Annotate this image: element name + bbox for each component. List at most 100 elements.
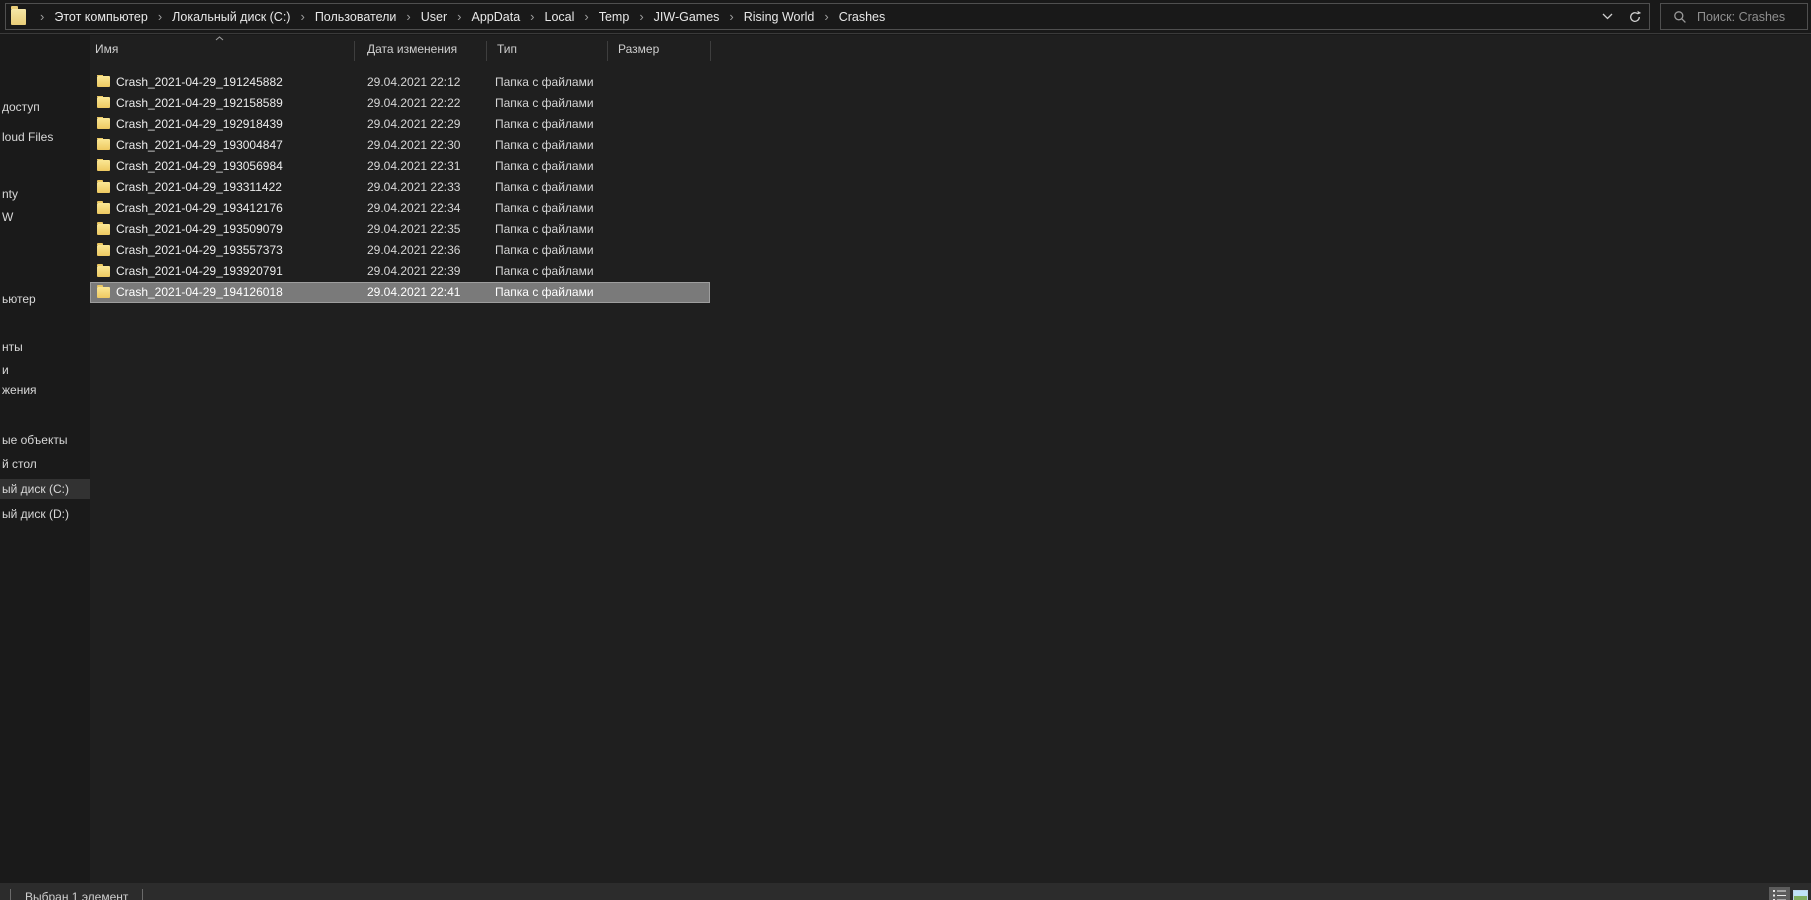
folder-icon <box>97 118 110 129</box>
file-date: 29.04.2021 22:35 <box>354 222 486 236</box>
table-row[interactable]: Crash_2021-04-29_194126018 29.04.2021 22… <box>90 282 710 303</box>
file-name: Crash_2021-04-29_194126018 <box>116 285 283 299</box>
details-view-button[interactable] <box>1769 887 1790 900</box>
chevron-right-icon[interactable]: › <box>32 9 52 24</box>
file-name: Crash_2021-04-29_193412176 <box>116 201 283 215</box>
breadcrumb-item[interactable]: AppData <box>470 7 523 27</box>
sidebar-item[interactable]: и <box>0 360 90 380</box>
file-type: Папка с файлами <box>486 180 607 194</box>
chevron-right-icon[interactable]: › <box>816 9 836 24</box>
details-view-icon <box>1773 890 1786 900</box>
refresh-button[interactable] <box>1621 4 1649 29</box>
sidebar-item[interactable]: й стол <box>0 454 90 474</box>
chevron-right-icon[interactable]: › <box>292 9 312 24</box>
file-name: Crash_2021-04-29_193509079 <box>116 222 283 236</box>
breadcrumb: Этот компьютер›Локальный диск (C:)›Польз… <box>52 7 887 27</box>
table-row[interactable]: Crash_2021-04-29_193311422 29.04.2021 22… <box>90 176 710 197</box>
chevron-right-icon[interactable]: › <box>721 9 741 24</box>
table-row[interactable]: Crash_2021-04-29_193920791 29.04.2021 22… <box>90 261 710 282</box>
folder-icon <box>97 245 110 256</box>
file-name: Crash_2021-04-29_192918439 <box>116 117 283 131</box>
file-list: Crash_2021-04-29_191245882 29.04.2021 22… <box>90 71 710 303</box>
folder-icon <box>97 97 110 108</box>
sidebar-item[interactable]: ьютер <box>0 289 90 309</box>
chevron-down-icon <box>1602 13 1613 20</box>
file-date: 29.04.2021 22:33 <box>354 180 486 194</box>
file-date: 29.04.2021 22:29 <box>354 117 486 131</box>
file-date: 29.04.2021 22:30 <box>354 138 486 152</box>
breadcrumb-item[interactable]: Rising World <box>742 7 817 27</box>
table-row[interactable]: Crash_2021-04-29_193056984 29.04.2021 22… <box>90 155 710 176</box>
file-type: Папка с файлами <box>486 285 607 299</box>
folder-icon <box>97 76 110 87</box>
chevron-right-icon[interactable]: › <box>576 9 596 24</box>
sidebar-item[interactable]: доступ <box>0 97 90 117</box>
table-row[interactable]: Crash_2021-04-29_193004847 29.04.2021 22… <box>90 134 710 155</box>
top-bar: › Этот компьютер›Локальный диск (C:)›Пол… <box>0 0 1811 34</box>
breadcrumb-item[interactable]: Local <box>543 7 577 27</box>
file-type: Папка с файлами <box>486 96 607 110</box>
chevron-right-icon[interactable]: › <box>449 9 469 24</box>
chevron-right-icon[interactable]: › <box>522 9 542 24</box>
sidebar-item[interactable]: nty <box>0 184 90 204</box>
file-name: Crash_2021-04-29_193311422 <box>116 180 282 194</box>
sidebar-item[interactable]: W <box>0 207 90 227</box>
chevron-right-icon[interactable]: › <box>150 9 170 24</box>
breadcrumb-item[interactable]: Пользователи <box>313 7 399 27</box>
column-divider[interactable] <box>607 41 608 61</box>
sidebar-item[interactable]: loud Files <box>0 127 90 147</box>
breadcrumb-item[interactable]: JIW-Games <box>652 7 722 27</box>
breadcrumb-item[interactable]: Локальный диск (C:) <box>170 7 292 27</box>
address-dropdown-button[interactable] <box>1593 4 1621 29</box>
file-name: Crash_2021-04-29_191245882 <box>116 75 283 89</box>
file-type: Папка с файлами <box>486 222 607 236</box>
view-switcher <box>1769 887 1811 900</box>
breadcrumb-item[interactable]: Crashes <box>837 7 888 27</box>
sidebar-item[interactable]: жения <box>0 380 90 400</box>
selection-status: Выбран 1 элемент <box>10 889 143 900</box>
table-row[interactable]: Crash_2021-04-29_191245882 29.04.2021 22… <box>90 71 710 92</box>
table-row[interactable]: Crash_2021-04-29_193509079 29.04.2021 22… <box>90 219 710 240</box>
breadcrumb-item[interactable]: User <box>419 7 449 27</box>
folder-icon <box>97 287 110 298</box>
address-bar[interactable]: › Этот компьютер›Локальный диск (C:)›Пол… <box>5 3 1650 30</box>
file-type: Папка с файлами <box>486 117 607 131</box>
folder-icon <box>11 9 26 25</box>
table-row[interactable]: Crash_2021-04-29_193557373 29.04.2021 22… <box>90 240 710 261</box>
large-icons-view-icon <box>1793 890 1808 900</box>
sidebar-item[interactable]: ый диск (C:) <box>0 479 90 499</box>
folder-icon <box>97 182 110 193</box>
file-date: 29.04.2021 22:34 <box>354 201 486 215</box>
column-divider[interactable] <box>354 41 355 61</box>
chevron-right-icon[interactable]: › <box>398 9 418 24</box>
sidebar-item[interactable]: ый диск (D:) <box>0 504 90 524</box>
file-name: Crash_2021-04-29_193557373 <box>116 243 283 257</box>
navigation-pane: доступ loud Files nty Wьютер нты ижения ые объ… <box>0 35 90 883</box>
table-row[interactable]: Crash_2021-04-29_193412176 29.04.2021 22… <box>90 198 710 219</box>
search-placeholder: Поиск: Crashes <box>1697 10 1785 24</box>
file-type: Папка с файлами <box>486 159 607 173</box>
column-divider[interactable] <box>486 41 487 61</box>
folder-icon <box>97 266 110 277</box>
search-input[interactable]: Поиск: Crashes <box>1660 3 1808 30</box>
column-header-size[interactable]: Размер <box>607 35 710 63</box>
status-bar: Выбран 1 элемент <box>0 883 1811 900</box>
sidebar-item[interactable]: ые объекты <box>0 430 90 450</box>
file-name: Crash_2021-04-29_192158589 <box>116 96 283 110</box>
column-header-date[interactable]: Дата изменения <box>354 35 486 63</box>
folder-icon <box>97 139 110 150</box>
file-date: 29.04.2021 22:41 <box>354 285 486 299</box>
search-icon <box>1673 10 1687 24</box>
large-icons-view-button[interactable] <box>1790 887 1811 900</box>
table-row[interactable]: Crash_2021-04-29_192918439 29.04.2021 22… <box>90 113 710 134</box>
column-header-type[interactable]: Тип <box>486 35 607 63</box>
file-type: Папка с файлами <box>486 75 607 89</box>
sidebar-item[interactable]: нты <box>0 337 90 357</box>
file-date: 29.04.2021 22:22 <box>354 96 486 110</box>
breadcrumb-item[interactable]: Этот компьютер <box>52 7 149 27</box>
table-row[interactable]: Crash_2021-04-29_192158589 29.04.2021 22… <box>90 92 710 113</box>
file-name: Crash_2021-04-29_193056984 <box>116 159 283 173</box>
column-divider[interactable] <box>710 41 711 61</box>
breadcrumb-item[interactable]: Temp <box>597 7 632 27</box>
chevron-right-icon[interactable]: › <box>631 9 651 24</box>
